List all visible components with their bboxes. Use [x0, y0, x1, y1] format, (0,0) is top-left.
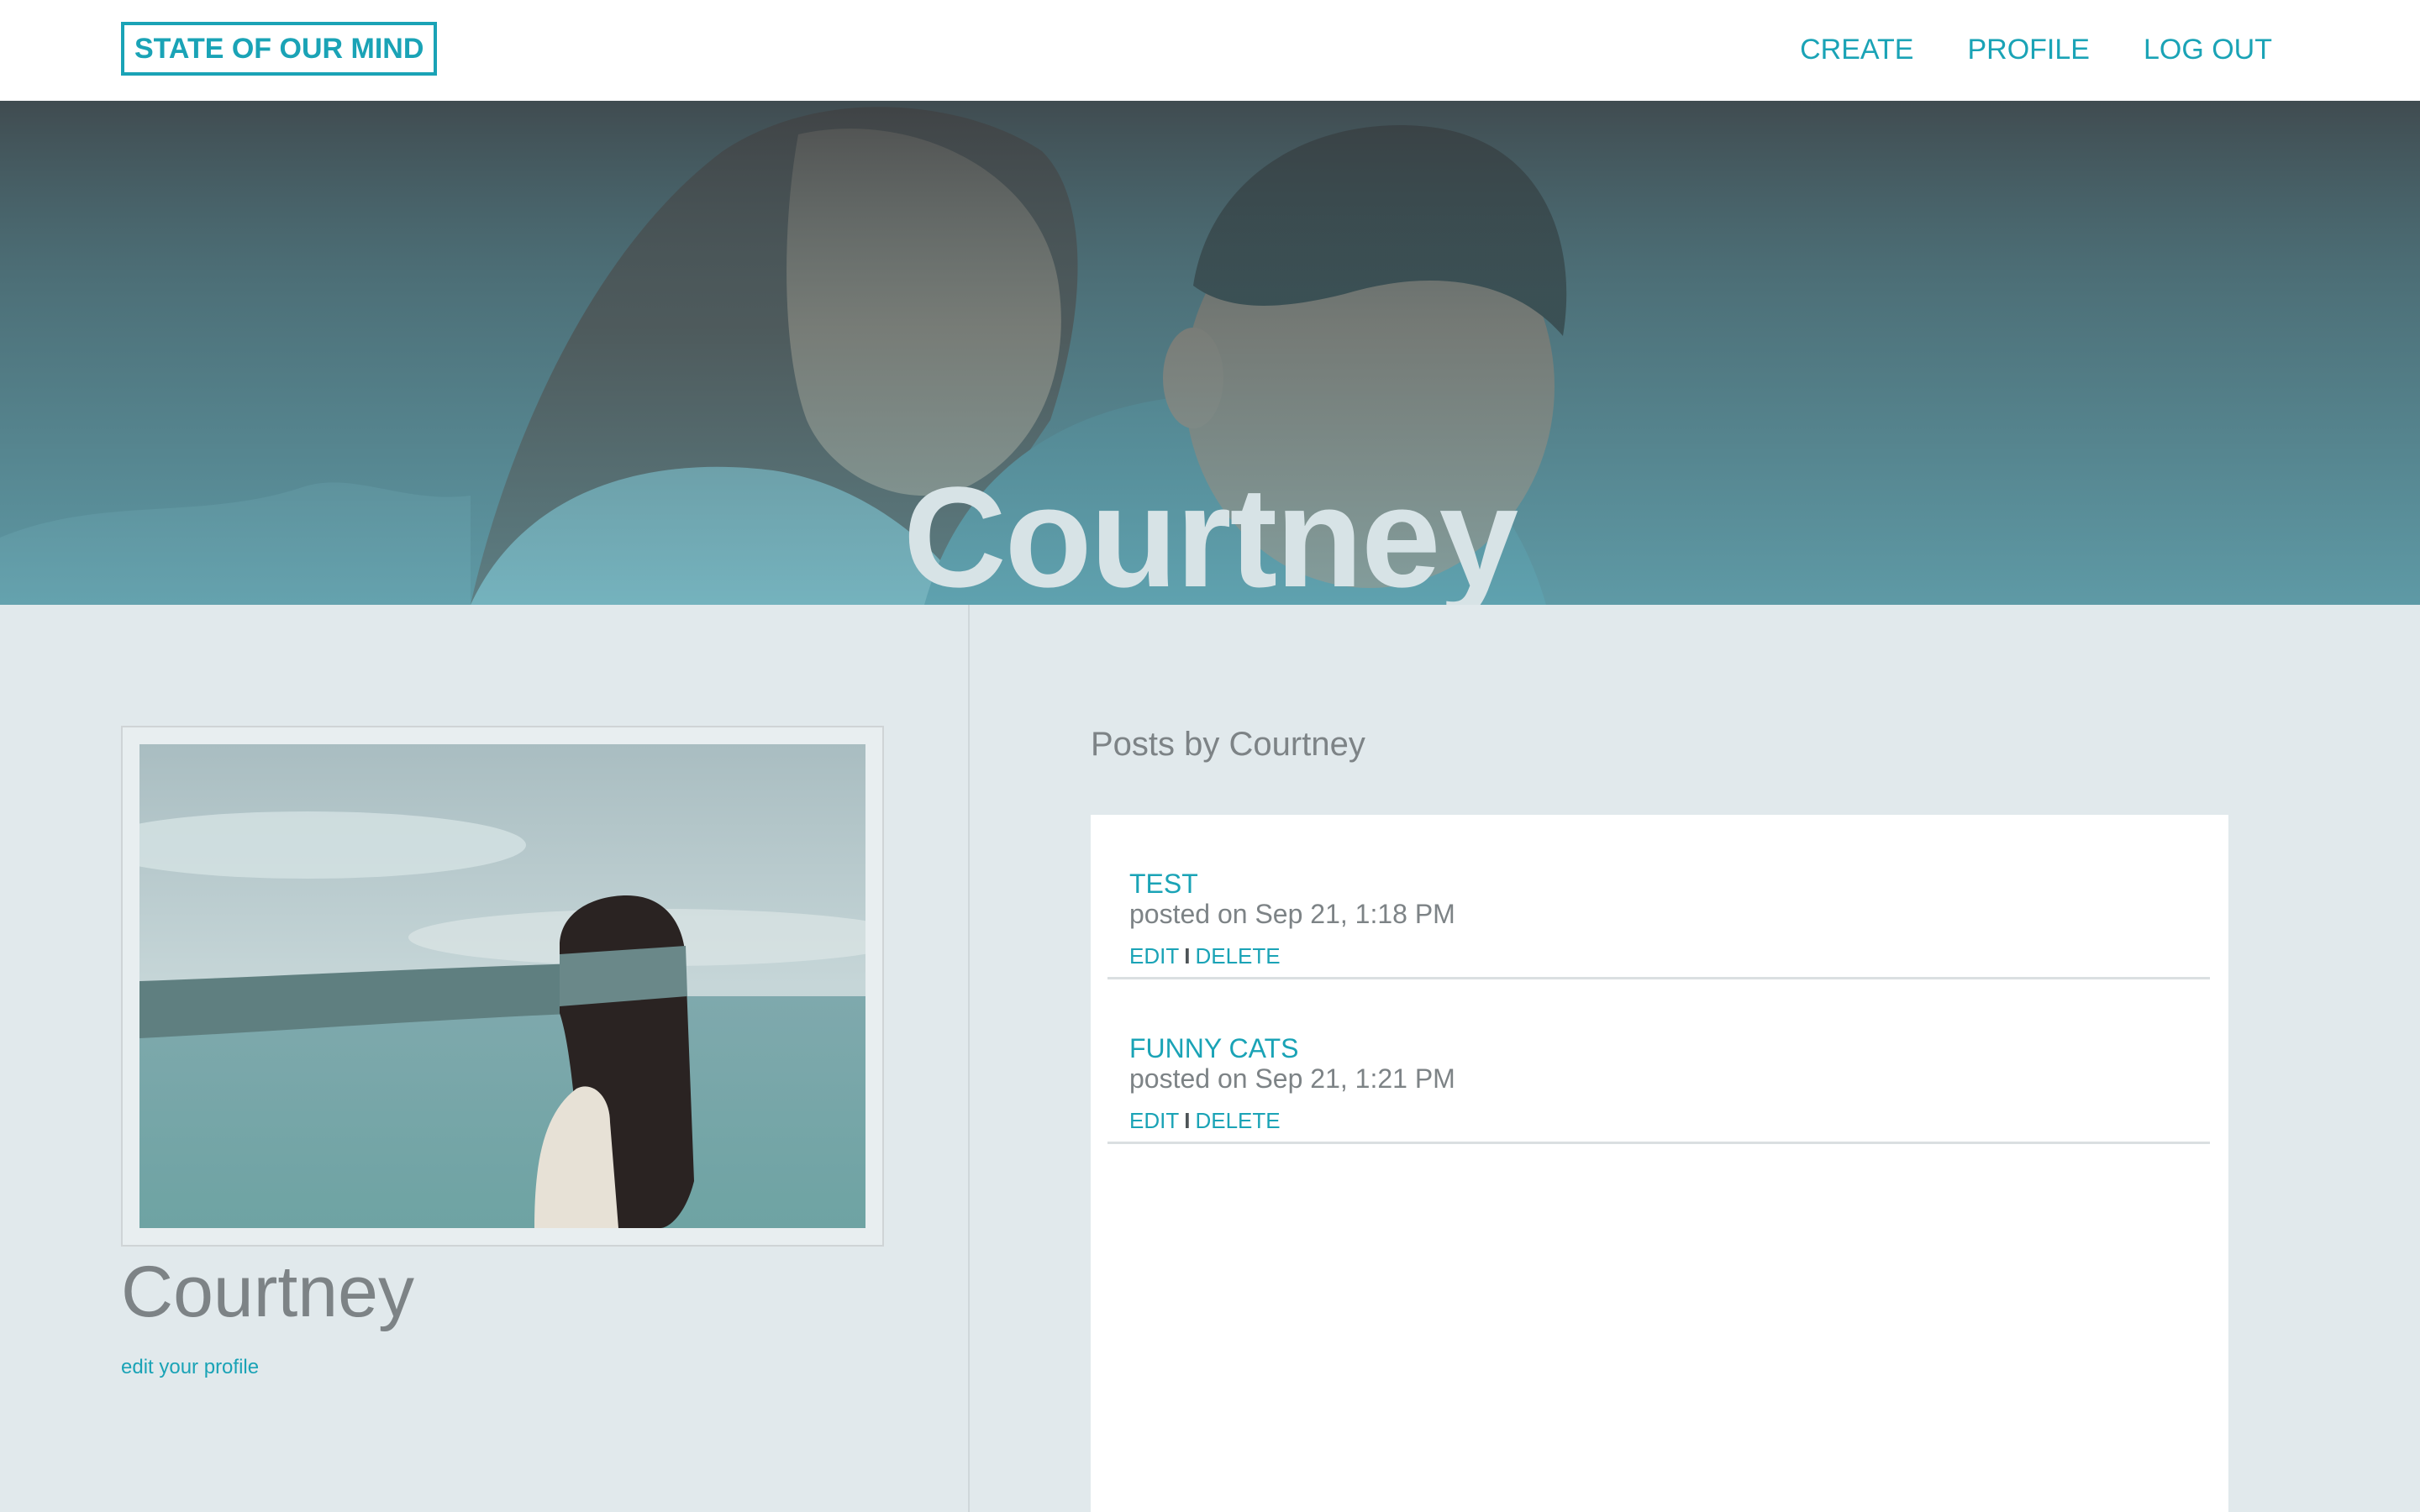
post-delete-link[interactable]: DELETE [1195, 1108, 1280, 1133]
post-actions: EDIT I DELETE [1129, 1107, 1281, 1134]
top-navbar: STATE OF OUR MIND CREATE PROFILE LOG OUT [0, 0, 2420, 101]
nav-profile-link[interactable]: PROFILE [1967, 30, 2089, 69]
post-item: TEST posted on Sep 21, 1:18 PM EDIT I DELE… [1107, 815, 2210, 979]
post-title-link[interactable]: FUNNY CATS [1129, 1032, 1299, 1065]
edit-profile-link[interactable]: edit your profile [121, 1354, 259, 1381]
nav-create-link[interactable]: CREATE [1800, 30, 1913, 69]
posts-heading: Posts by Courtney [1091, 726, 1365, 763]
post-edit-link[interactable]: EDIT [1129, 1108, 1179, 1133]
post-delete-link[interactable]: DELETE [1195, 943, 1280, 969]
column-divider [968, 605, 970, 1512]
post-timestamp: posted on Sep 21, 1:18 PM [1129, 899, 1455, 929]
post-action-separator: I [1184, 943, 1191, 969]
post-item: FUNNY CATS posted on Sep 21, 1:21 PM EDI… [1107, 979, 2210, 1144]
post-title-link[interactable]: TEST [1129, 867, 1198, 900]
hero-banner: Courtney [0, 101, 2420, 605]
nav-logout-link[interactable]: LOG OUT [2144, 30, 2272, 69]
profile-photo-frame [121, 726, 884, 1247]
post-action-separator: I [1184, 1108, 1191, 1133]
post-timestamp: posted on Sep 21, 1:21 PM [1129, 1063, 1455, 1094]
post-actions: EDIT I DELETE [1129, 942, 1281, 969]
profile-photo [139, 744, 865, 1228]
posts-panel: TEST posted on Sep 21, 1:18 PM EDIT I DELE… [1091, 815, 2228, 1512]
nav-links: CREATE PROFILE LOG OUT [1800, 30, 2272, 69]
brand-logo-link[interactable]: STATE OF OUR MIND [121, 22, 438, 76]
hero-title: Courtney [902, 458, 1518, 605]
profile-name: Courtney [121, 1252, 414, 1332]
post-edit-link[interactable]: EDIT [1129, 943, 1179, 969]
